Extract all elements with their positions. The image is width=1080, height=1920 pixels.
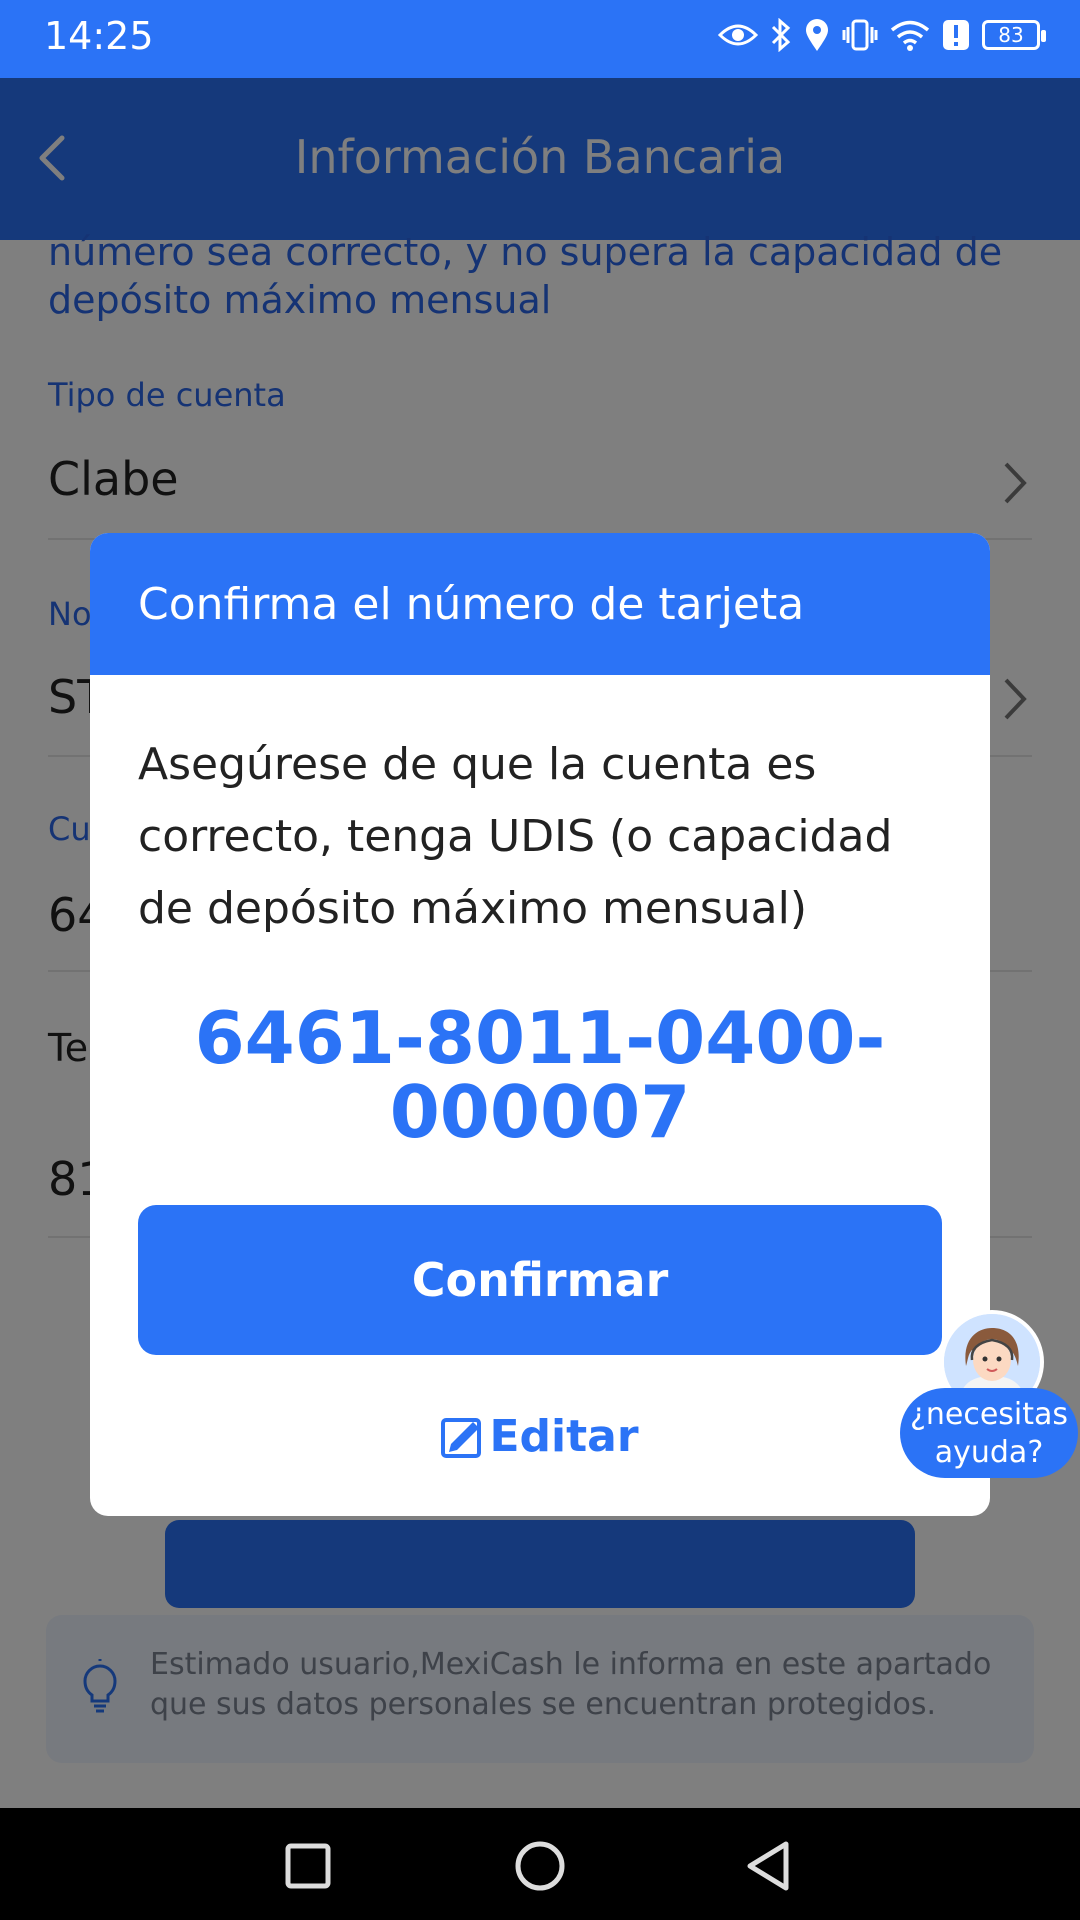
wifi-icon xyxy=(890,20,930,51)
bluetooth-icon xyxy=(771,18,791,52)
nav-home-icon[interactable] xyxy=(512,1838,568,1894)
eye-icon xyxy=(718,24,758,46)
confirm-card-dialog: Confirma el número de tarjeta Asegúrese … xyxy=(90,533,990,1516)
edit-button[interactable]: Editar xyxy=(90,1403,990,1469)
card-number-line2: 000007 xyxy=(389,1070,691,1154)
dialog-message: Asegúrese de que la cuenta es correcto, … xyxy=(138,739,893,934)
system-nav-bar xyxy=(0,1808,1080,1920)
nav-recents-icon[interactable] xyxy=(280,1838,336,1894)
nav-back-icon[interactable] xyxy=(742,1838,798,1894)
alert-icon xyxy=(943,20,969,50)
dialog-title: Confirma el número de tarjeta xyxy=(90,533,990,675)
card-number-line1: 6461-8011-0400- xyxy=(194,996,886,1080)
help-label-line2: ayuda? xyxy=(934,1435,1044,1470)
help-label-line1: ¿necesitas xyxy=(909,1397,1069,1432)
location-icon xyxy=(806,19,828,51)
edit-icon xyxy=(441,1418,482,1458)
edit-label: Editar xyxy=(489,1410,639,1462)
card-number: 6461-8011-0400- 000007 xyxy=(90,1001,990,1149)
vibrate-icon xyxy=(842,19,878,51)
status-icons: 83 xyxy=(718,18,1046,52)
confirm-button[interactable]: Confirmar xyxy=(138,1205,942,1355)
help-button[interactable]: ¿necesitas ayuda? xyxy=(900,1388,1078,1478)
status-time: 14:25 xyxy=(44,14,154,58)
battery-indicator: 83 xyxy=(982,20,1046,50)
status-bar: 14:25 83 xyxy=(0,0,1080,78)
